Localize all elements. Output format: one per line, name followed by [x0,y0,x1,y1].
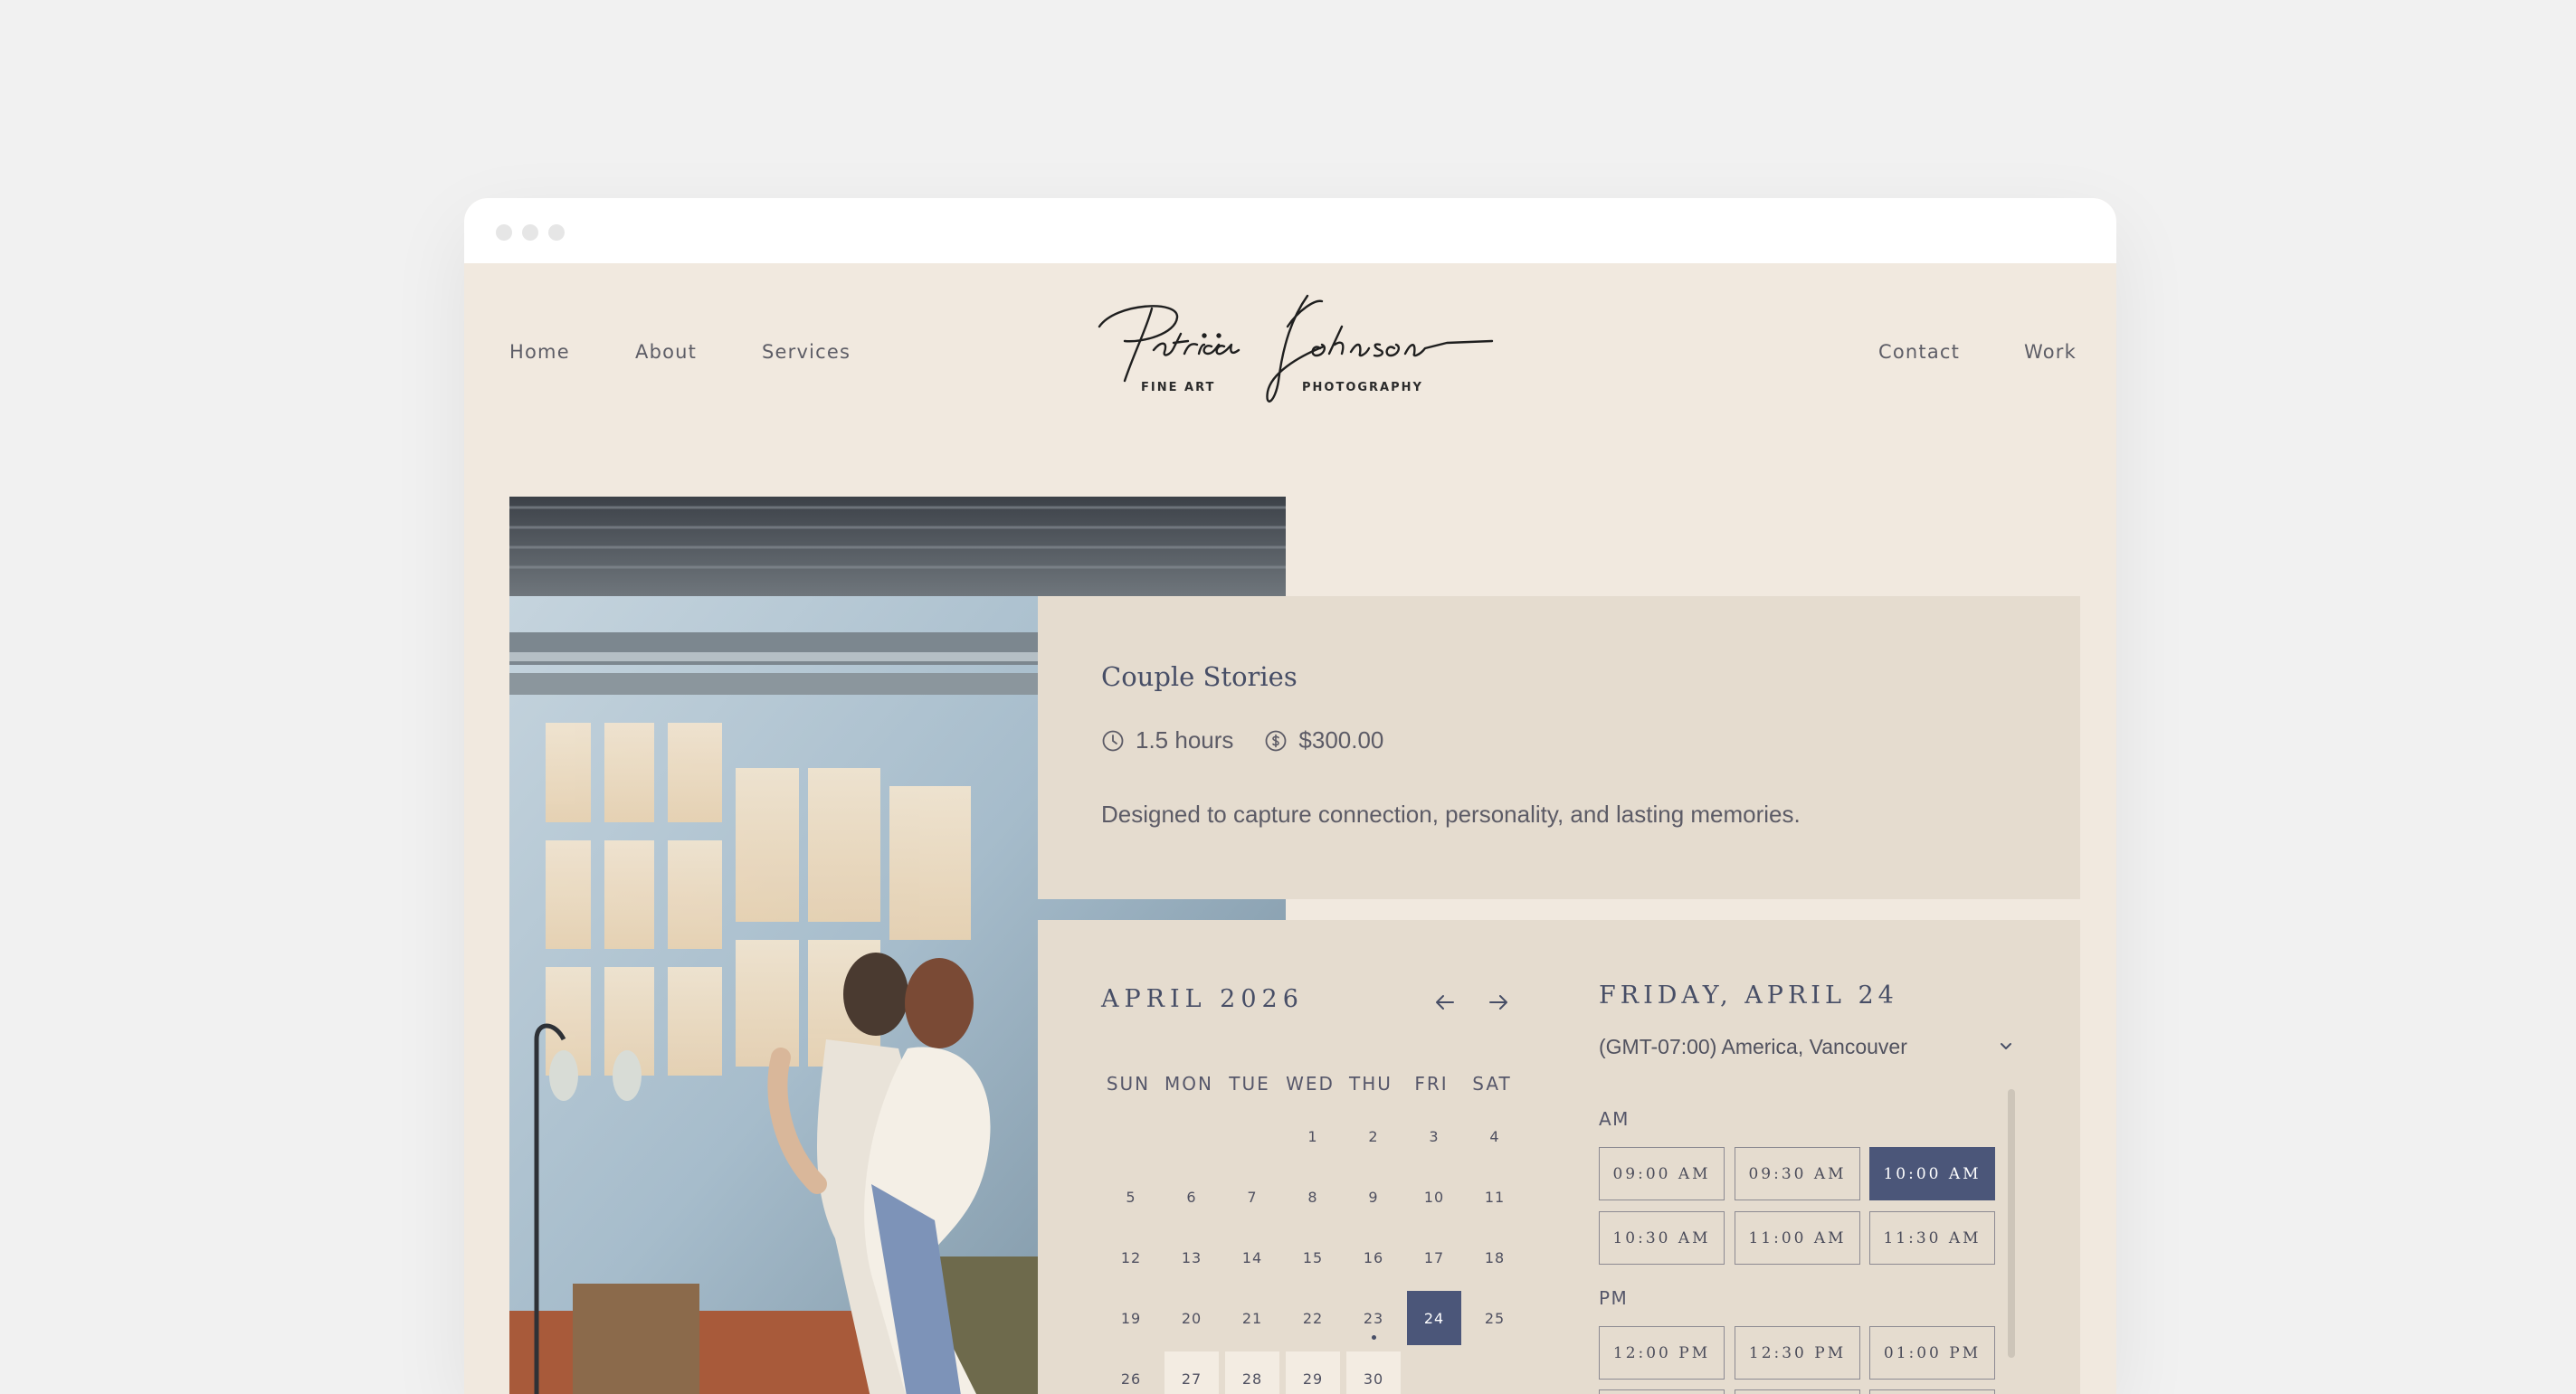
calendar-day[interactable]: 9 [1346,1170,1401,1224]
clock-icon [1102,730,1124,751]
logo-subtitle-fine-art: FINE ART [1141,381,1216,394]
time-slot-partial[interactable] [1599,1389,1725,1394]
calendar-day[interactable]: 10 [1407,1170,1461,1224]
weekday-wed: WED [1286,1073,1335,1095]
time-slot[interactable]: 11:00 AM [1735,1211,1860,1265]
calendar-day[interactable]: 16 [1346,1230,1401,1285]
calendar-day-today[interactable]: 23 [1346,1291,1401,1345]
nav-work[interactable]: Work [2024,341,2077,363]
timezone-select[interactable]: (GMT-07:00) America, Vancouver [1599,1030,2015,1063]
site-logo[interactable]: FINE ART PHOTOGRAPHY [1098,290,1496,408]
calendar-day-available[interactable]: 28 [1225,1351,1279,1394]
weekday-thu: THU [1349,1073,1393,1095]
calendar-day[interactable]: 7 [1225,1170,1279,1224]
calendar-day[interactable]: 25 [1468,1291,1522,1345]
calendar-day[interactable]: 13 [1164,1230,1219,1285]
calendar-day[interactable]: 4 [1468,1109,1522,1163]
calendar-day-available[interactable]: 30 [1346,1351,1401,1394]
calendar-day[interactable]: 2 [1346,1109,1401,1163]
logo-subtitle-photography: PHOTOGRAPHY [1302,381,1423,394]
calendar-day[interactable]: 20 [1164,1291,1219,1345]
weekday-tue: TUE [1229,1073,1270,1095]
time-slot[interactable]: 11:30 AM [1869,1211,1995,1265]
pm-label: PM [1599,1287,1629,1309]
calendar-day[interactable]: 11 [1468,1170,1522,1224]
today-dot-icon [1371,1335,1376,1340]
service-meta: 1.5 hours $300.00 [1101,726,1383,754]
service-description: Designed to capture connection, personal… [1101,801,1801,828]
nav-contact[interactable]: Contact [1878,341,1960,363]
service-title: Couple Stories [1101,661,1298,692]
timezone-value: (GMT-07:00) America, Vancouver [1599,1034,1907,1058]
calendar-day[interactable]: 19 [1104,1291,1158,1345]
time-slot[interactable]: 01:00 PM [1869,1326,1995,1380]
calendar-day[interactable]: 17 [1407,1230,1461,1285]
time-slot[interactable]: 12:30 PM [1735,1326,1860,1380]
calendar-day-label: 23 [1363,1309,1384,1327]
window-dot-close[interactable] [496,224,512,241]
weekday-mon: MON [1164,1073,1213,1095]
weekday-fri: FRI [1414,1073,1449,1095]
calendar-day[interactable]: 5 [1104,1170,1158,1224]
window-dot-maximize[interactable] [548,224,565,241]
booking-card: APRIL 2026 SUN MON TUE WED THU FRI SAT 1… [1038,920,2080,1394]
am-label: AM [1599,1108,1630,1130]
service-price: $300.00 [1298,726,1384,754]
time-slot-partial[interactable] [1735,1389,1860,1394]
service-info-card: Couple Stories 1.5 hours $300.00 Designe… [1038,596,2080,899]
calendar-day[interactable]: 1 [1286,1109,1340,1163]
calendar-day[interactable]: 21 [1225,1291,1279,1345]
selected-date-heading: FRIDAY, APRIL 24 [1599,981,1898,1010]
nav-about[interactable]: About [635,341,697,363]
browser-chrome [464,198,2116,263]
time-slot[interactable]: 12:00 PM [1599,1326,1725,1380]
prev-month-button[interactable] [1430,987,1460,1018]
next-month-button[interactable] [1483,987,1514,1018]
calendar-day-available[interactable]: 27 [1164,1351,1219,1394]
weekday-sun: SUN [1106,1073,1151,1095]
time-slots-scrollbar[interactable] [2008,1089,2015,1358]
time-slot-selected[interactable]: 10:00 AM [1869,1147,1995,1200]
calendar-day[interactable]: 8 [1286,1170,1340,1224]
calendar-day[interactable]: 22 [1286,1291,1340,1345]
weekday-sat: SAT [1472,1073,1512,1095]
time-slot[interactable]: 09:00 AM [1599,1147,1725,1200]
window-dot-minimize[interactable] [522,224,538,241]
service-duration: 1.5 hours [1136,726,1234,754]
calendar-day[interactable]: 3 [1407,1109,1461,1163]
time-slot[interactable]: 10:30 AM [1599,1211,1725,1265]
calendar-day-selected[interactable]: 24 [1407,1291,1461,1345]
calendar-day-available[interactable]: 29 [1286,1351,1340,1394]
calendar-month-label: APRIL 2026 [1101,985,1304,1013]
calendar-day[interactable]: 12 [1104,1230,1158,1285]
nav-services[interactable]: Services [762,341,851,363]
nav-home[interactable]: Home [509,341,570,363]
time-slot[interactable]: 09:30 AM [1735,1147,1860,1200]
calendar-day[interactable]: 18 [1468,1230,1522,1285]
dollar-coin-icon [1266,730,1287,751]
chevron-down-icon [2001,1043,2011,1049]
browser-window: Home About Services Contact Work FINE AR… [464,198,2116,1394]
time-slot-partial[interactable] [1869,1389,1995,1394]
calendar-day[interactable]: 26 [1104,1351,1158,1394]
arrow-left-icon [1436,995,1454,1010]
arrow-right-icon [1489,995,1507,1010]
calendar-day[interactable]: 14 [1225,1230,1279,1285]
calendar-day[interactable]: 15 [1286,1230,1340,1285]
calendar-day[interactable]: 6 [1164,1170,1219,1224]
